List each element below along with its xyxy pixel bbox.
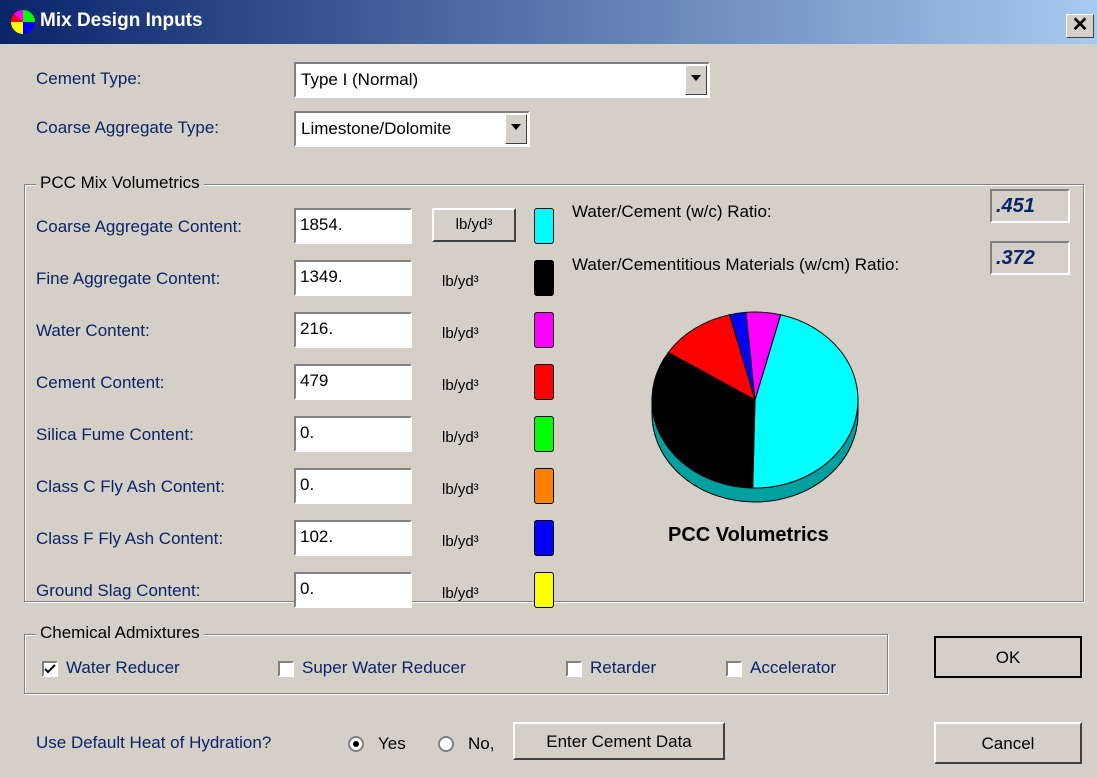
cement-type-select[interactable]: Type I (Normal) bbox=[294, 62, 710, 98]
color-swatch bbox=[534, 260, 554, 296]
content-input[interactable]: 216. bbox=[294, 312, 412, 348]
close-icon: ✕ bbox=[1071, 14, 1089, 36]
title-bar[interactable]: Mix Design Inputs ✕ bbox=[0, 0, 1097, 44]
color-swatch bbox=[534, 364, 554, 400]
cement-type-value: Type I (Normal) bbox=[301, 70, 419, 89]
unit-toggle-button[interactable]: lb/yd³ bbox=[432, 208, 516, 242]
admixture-checkbox[interactable] bbox=[726, 661, 742, 677]
color-swatch bbox=[534, 416, 554, 452]
chemical-admixtures-title: Chemical Admixtures bbox=[36, 623, 204, 643]
admixture-checkbox[interactable] bbox=[566, 661, 582, 677]
content-input[interactable]: 1854. bbox=[294, 208, 412, 244]
content-label: Class C Fly Ash Content: bbox=[36, 477, 225, 496]
enter-cement-data-button[interactable]: Enter Cement Data bbox=[513, 722, 725, 760]
heat-yes-label: Yes bbox=[378, 734, 406, 753]
admixture-label: Water Reducer bbox=[66, 658, 180, 677]
admixture-label: Retarder bbox=[590, 658, 657, 677]
heat-hydration-label: Use Default Heat of Hydration? bbox=[36, 733, 272, 752]
heat-no-radio[interactable] bbox=[438, 736, 454, 752]
unit-label: lb/yd³ bbox=[442, 429, 479, 446]
color-swatch bbox=[534, 468, 554, 504]
heat-yes-radio[interactable] bbox=[348, 736, 364, 752]
ok-button[interactable]: OK bbox=[934, 636, 1082, 678]
unit-label: lb/yd³ bbox=[442, 377, 479, 394]
content-label: Ground Slag Content: bbox=[36, 581, 201, 600]
content-input[interactable]: 1349. bbox=[294, 260, 412, 296]
wcm-ratio-label: Water/Cementitious Materials (w/cm) Rati… bbox=[572, 255, 900, 274]
wcm-ratio-value: .372 bbox=[990, 241, 1070, 275]
chevron-down-icon[interactable] bbox=[685, 65, 707, 95]
coarse-aggregate-type-value: Limestone/Dolomite bbox=[301, 119, 452, 138]
admixture-label: Super Water Reducer bbox=[302, 658, 466, 677]
unit-label: lb/yd³ bbox=[442, 585, 479, 602]
color-swatch bbox=[534, 520, 554, 556]
content-input[interactable]: 0. bbox=[294, 416, 412, 452]
content-input[interactable]: 0. bbox=[294, 468, 412, 504]
wc-ratio-value: .451 bbox=[990, 189, 1070, 223]
cancel-button[interactable]: Cancel bbox=[934, 722, 1082, 764]
content-label: Cement Content: bbox=[36, 373, 165, 392]
content-label: Water Content: bbox=[36, 321, 150, 340]
color-swatch bbox=[534, 312, 554, 348]
coarse-aggregate-type-select[interactable]: Limestone/Dolomite bbox=[294, 111, 530, 147]
color-wheel-icon bbox=[11, 9, 35, 34]
unit-label: lb/yd³ bbox=[442, 533, 479, 550]
admixture-checkbox[interactable] bbox=[278, 661, 294, 677]
unit-label: lb/yd³ bbox=[442, 481, 479, 498]
pcc-mix-volumetrics-title: PCC Mix Volumetrics bbox=[36, 173, 204, 193]
checkmark-icon bbox=[44, 664, 56, 674]
chevron-down-icon[interactable] bbox=[505, 114, 527, 144]
content-input[interactable]: 479 bbox=[294, 364, 412, 400]
mix-design-window: Mix Design Inputs ✕ Cement Type: Type I … bbox=[0, 0, 1097, 778]
admixture-checkbox[interactable] bbox=[42, 661, 58, 677]
unit-label: lb/yd³ bbox=[442, 273, 479, 290]
chart-title: PCC Volumetrics bbox=[668, 524, 829, 546]
color-swatch bbox=[534, 572, 554, 608]
content-input[interactable]: 0. bbox=[294, 572, 412, 608]
content-label: Fine Aggregate Content: bbox=[36, 269, 221, 288]
color-swatch bbox=[534, 208, 554, 244]
heat-no-label: No, bbox=[468, 734, 495, 753]
coarse-aggregate-type-label: Coarse Aggregate Type: bbox=[36, 118, 220, 137]
admixture-label: Accelerator bbox=[750, 658, 836, 677]
pcc-volumetrics-pie-chart bbox=[651, 311, 859, 503]
content-label: Coarse Aggregate Content: bbox=[36, 217, 243, 236]
content-label: Silica Fume Content: bbox=[36, 425, 194, 444]
content-input[interactable]: 102. bbox=[294, 520, 412, 556]
close-button[interactable]: ✕ bbox=[1066, 14, 1094, 38]
wc-ratio-label: Water/Cement (w/c) Ratio: bbox=[572, 202, 772, 221]
unit-label: lb/yd³ bbox=[442, 325, 479, 342]
cement-type-label: Cement Type: bbox=[36, 69, 142, 88]
content-label: Class F Fly Ash Content: bbox=[36, 529, 224, 548]
window-title: Mix Design Inputs bbox=[40, 10, 203, 31]
